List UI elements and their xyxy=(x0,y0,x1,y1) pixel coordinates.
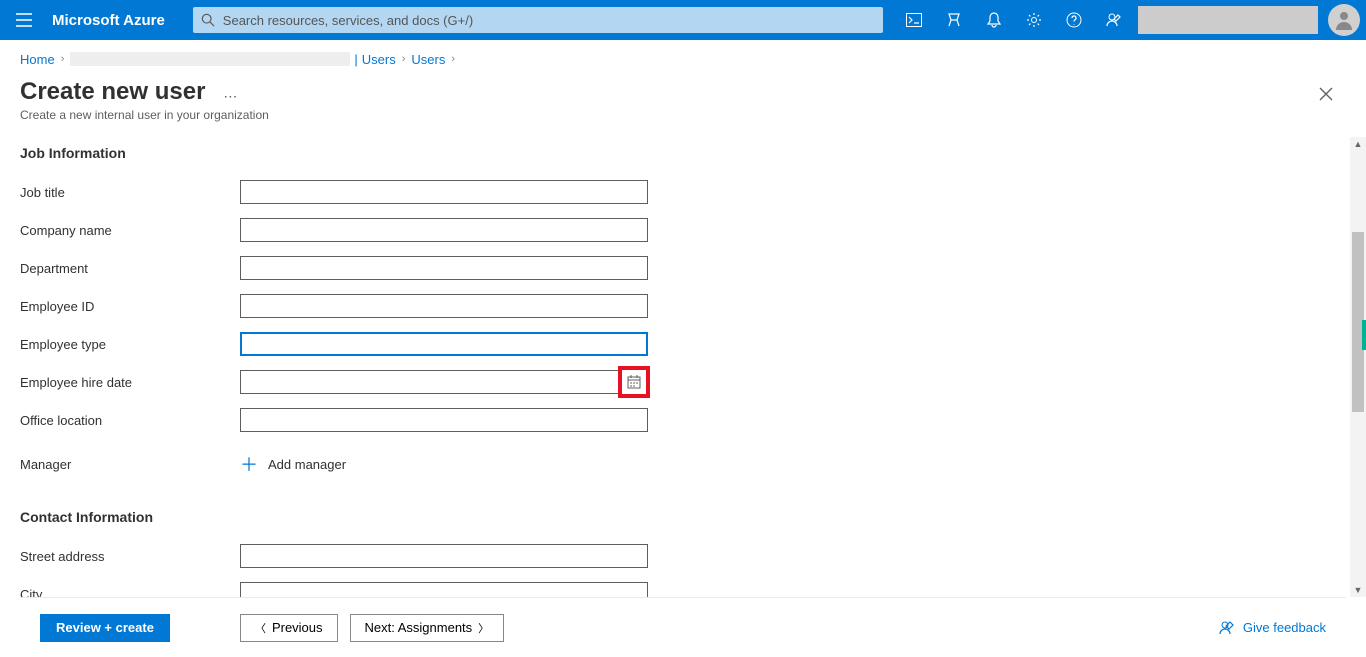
add-manager-label: Add manager xyxy=(268,457,346,472)
label-job-title: Job title xyxy=(20,185,240,200)
search-input[interactable] xyxy=(223,13,883,28)
scroll-up-arrow[interactable]: ▲ xyxy=(1350,137,1366,151)
page-title: Create new user xyxy=(20,78,205,106)
form-body: Job Information Job title Company name D… xyxy=(0,137,1354,597)
settings-icon[interactable] xyxy=(1014,0,1054,40)
breadcrumb-home[interactable]: Home xyxy=(20,52,55,67)
account-info[interactable] xyxy=(1138,6,1318,34)
help-icon[interactable] xyxy=(1054,0,1094,40)
add-manager-button[interactable]: ＋ Add manager xyxy=(240,451,346,477)
page-subtitle: Create a new internal user in your organ… xyxy=(0,108,1366,132)
input-company-name[interactable] xyxy=(240,218,648,242)
breadcrumb-pipe: | xyxy=(354,52,357,67)
date-picker-button[interactable] xyxy=(618,366,650,398)
chevron-left-icon: 〈 xyxy=(255,620,266,636)
close-blade-button[interactable] xyxy=(1306,82,1346,106)
give-feedback-link[interactable]: Give feedback xyxy=(1219,620,1326,636)
input-job-title[interactable] xyxy=(240,180,648,204)
section-contact-info: Contact Information xyxy=(20,509,1334,525)
brand-logo[interactable]: Microsoft Azure xyxy=(48,12,183,29)
hamburger-menu[interactable] xyxy=(0,0,48,40)
label-manager: Manager xyxy=(20,457,240,472)
scroll-down-arrow[interactable]: ▼ xyxy=(1350,583,1366,597)
plus-icon: ＋ xyxy=(240,451,258,477)
breadcrumb-users-2[interactable]: Users xyxy=(411,52,445,67)
input-employee-type[interactable] xyxy=(240,332,648,356)
input-street-address[interactable] xyxy=(240,544,648,568)
feedback-label: Give feedback xyxy=(1243,620,1326,635)
next-button[interactable]: Next: Assignments 〉 xyxy=(350,614,505,642)
notifications-icon[interactable] xyxy=(974,0,1014,40)
breadcrumb-redacted xyxy=(70,52,350,66)
chevron-right-icon: 〉 xyxy=(478,620,489,636)
label-employee-type: Employee type xyxy=(20,337,240,352)
chevron-right-icon: › xyxy=(451,53,455,65)
header-icons xyxy=(894,0,1134,40)
top-header: Microsoft Azure xyxy=(0,0,1366,40)
section-job-info: Job Information xyxy=(20,145,1334,161)
previous-label: Previous xyxy=(272,620,323,635)
chevron-right-icon: › xyxy=(61,53,65,65)
label-department: Department xyxy=(20,261,240,276)
label-street-address: Street address xyxy=(20,549,240,564)
label-employee-hire-date: Employee hire date xyxy=(20,375,240,390)
next-label: Next: Assignments xyxy=(365,620,473,635)
input-office-location[interactable] xyxy=(240,408,648,432)
calendar-icon xyxy=(627,375,641,389)
global-search[interactable] xyxy=(193,7,883,33)
feedback-tab[interactable] xyxy=(1362,320,1366,350)
search-icon xyxy=(193,13,223,27)
label-office-location: Office location xyxy=(20,413,240,428)
feedback-header-icon[interactable] xyxy=(1094,0,1134,40)
user-avatar[interactable] xyxy=(1328,4,1360,36)
chevron-right-icon: › xyxy=(402,53,406,65)
breadcrumb-users-1[interactable]: Users xyxy=(362,52,396,67)
input-city[interactable] xyxy=(240,582,648,597)
input-department[interactable] xyxy=(240,256,648,280)
breadcrumb: Home › | Users › Users › xyxy=(0,40,1366,70)
input-employee-hire-date[interactable] xyxy=(240,370,648,394)
review-create-button[interactable]: Review + create xyxy=(40,614,170,642)
vertical-scrollbar[interactable]: ▲ ▼ xyxy=(1350,137,1366,597)
label-company-name: Company name xyxy=(20,223,240,238)
label-employee-id: Employee ID xyxy=(20,299,240,314)
input-employee-id[interactable] xyxy=(240,294,648,318)
more-actions-icon[interactable]: ⋯ xyxy=(223,88,239,105)
previous-button[interactable]: 〈 Previous xyxy=(240,614,338,642)
cloud-shell-icon[interactable] xyxy=(894,0,934,40)
feedback-icon xyxy=(1219,620,1235,636)
footer-bar: Review + create 〈 Previous Next: Assignm… xyxy=(20,597,1346,657)
copilot-icon[interactable] xyxy=(934,0,974,40)
title-row: Create new user ⋯ xyxy=(0,70,1366,108)
label-city: City xyxy=(20,587,240,598)
